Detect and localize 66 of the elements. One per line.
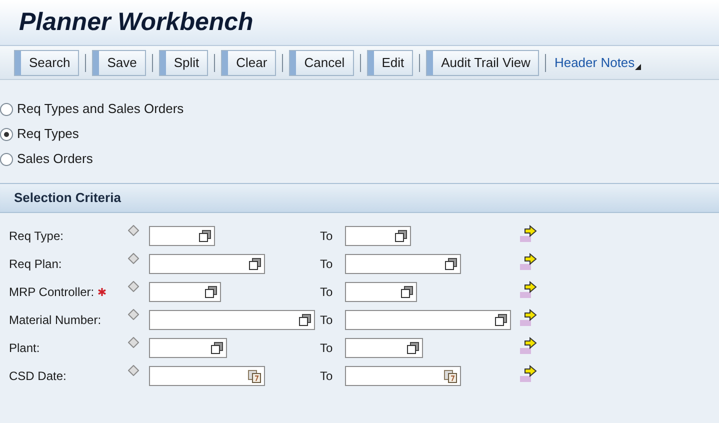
copy-icon — [495, 314, 507, 326]
field-label: CSD Date: — [9, 368, 66, 385]
radio-label: Req Types and Sales Orders — [17, 100, 184, 118]
field-label: Plant: — [9, 340, 40, 357]
toolbar-button[interactable]: Edit — [366, 50, 414, 76]
diamond-icon[interactable] — [128, 281, 139, 292]
to-label: To — [320, 368, 334, 385]
toolbar-button[interactable]: Search — [14, 50, 80, 76]
to-label: To — [320, 312, 334, 329]
input-field[interactable] — [345, 338, 423, 358]
to-label: To — [320, 256, 334, 273]
input-field[interactable] — [345, 254, 461, 274]
copy-icon — [401, 286, 413, 298]
copy-icon — [205, 286, 217, 298]
toolbar-button[interactable]: Cancel — [289, 50, 354, 76]
input-field[interactable] — [149, 338, 227, 358]
multiple-selection-arrow-icon[interactable] — [520, 309, 538, 327]
calendar-icon — [248, 370, 261, 382]
diamond-icon[interactable] — [128, 253, 139, 264]
input-field[interactable] — [345, 282, 417, 302]
diamond-icon[interactable] — [128, 337, 139, 348]
copy-icon — [299, 314, 311, 326]
to-label: To — [320, 340, 334, 357]
input-field[interactable] — [149, 254, 265, 274]
date-field[interactable] — [149, 366, 265, 386]
radio-label: Sales Orders — [17, 150, 93, 168]
required-asterisk-icon — [98, 288, 106, 296]
diamond-icon[interactable] — [128, 309, 139, 320]
window-title: Planner Workbench — [19, 6, 254, 38]
input-field[interactable] — [149, 310, 315, 330]
toolbar-button[interactable]: Split — [158, 50, 208, 76]
copy-icon — [407, 342, 419, 354]
multiple-selection-arrow-icon[interactable] — [520, 253, 538, 271]
copy-icon — [249, 258, 261, 270]
radio-label: Req Types — [17, 125, 79, 144]
diamond-icon[interactable] — [128, 365, 139, 376]
input-field[interactable] — [149, 282, 221, 302]
header-notes-menu[interactable]: Header Notes — [554, 52, 641, 72]
to-label: To — [320, 284, 334, 301]
multiple-selection-arrow-icon[interactable] — [520, 365, 538, 383]
date-field[interactable] — [345, 366, 461, 386]
radio-button[interactable] — [0, 102, 13, 116]
multiple-selection-arrow-icon[interactable] — [520, 225, 538, 243]
field-label: Req Type: — [9, 228, 64, 245]
dropdown-caret-icon — [634, 64, 641, 70]
toolbar-button[interactable]: Save — [92, 50, 146, 76]
field-label: Material Number: — [9, 312, 102, 329]
radio-button[interactable] — [0, 128, 13, 140]
input-field[interactable] — [345, 310, 511, 330]
to-label: To — [320, 228, 334, 245]
multiple-selection-arrow-icon[interactable] — [520, 281, 538, 299]
copy-icon — [211, 342, 223, 354]
section-title: Selection Criteria — [14, 189, 121, 208]
toolbar-button[interactable]: Audit Trail View — [426, 50, 540, 76]
multiple-selection-arrow-icon[interactable] — [520, 337, 538, 355]
copy-icon — [199, 230, 211, 242]
input-field[interactable] — [149, 226, 215, 246]
field-label: Req Plan: — [9, 256, 62, 273]
field-label: MRP Controller: — [9, 284, 94, 301]
diamond-icon[interactable] — [128, 225, 139, 236]
input-field[interactable] — [345, 226, 411, 246]
copy-icon — [395, 230, 407, 242]
radio-button[interactable] — [0, 152, 13, 166]
toolbar-button[interactable]: Clear — [221, 50, 276, 76]
copy-icon — [445, 258, 457, 270]
calendar-icon — [444, 370, 457, 382]
